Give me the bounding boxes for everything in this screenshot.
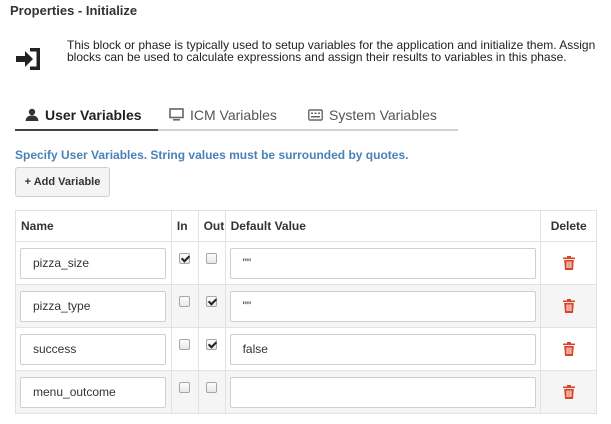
column-header-default-value: Default Value xyxy=(224,210,542,242)
out-checkbox[interactable] xyxy=(206,381,218,393)
in-checkbox[interactable] xyxy=(179,338,191,350)
tab-bar: User Variables ICM Variables System Vari… xyxy=(15,100,458,131)
variable-name-input[interactable] xyxy=(20,376,166,408)
in-checkbox[interactable] xyxy=(179,252,191,264)
in-checkbox[interactable] xyxy=(179,381,191,393)
user-icon xyxy=(25,108,39,121)
in-checkbox[interactable] xyxy=(179,295,191,307)
variable-name-input[interactable] xyxy=(20,290,166,322)
tab-label: System Variables xyxy=(329,106,437,123)
page-title: Properties - Initialize xyxy=(10,3,138,18)
variable-name-input[interactable] xyxy=(20,247,166,279)
table-row xyxy=(15,284,597,328)
tab-icm-variables[interactable]: ICM Variables xyxy=(169,100,277,129)
default-value-input[interactable] xyxy=(229,290,536,322)
trash-icon[interactable] xyxy=(562,256,575,270)
table-header-row: Name In Out Default Value Delete xyxy=(15,210,597,242)
out-checkbox[interactable] xyxy=(206,295,218,307)
trash-icon[interactable] xyxy=(562,385,575,399)
default-value-input[interactable] xyxy=(229,376,536,408)
tab-label: ICM Variables xyxy=(190,106,277,123)
column-header-in: In xyxy=(170,210,199,242)
variables-table: Name In Out Default Value Delete xyxy=(15,210,597,414)
out-checkbox[interactable] xyxy=(206,338,218,350)
variable-name-input[interactable] xyxy=(20,333,166,365)
keyboard-icon xyxy=(308,108,323,121)
trash-icon[interactable] xyxy=(562,342,575,356)
description: This block or phase is typically used to… xyxy=(67,38,596,64)
add-variable-button[interactable]: + Add Variable xyxy=(15,167,110,197)
default-value-input[interactable] xyxy=(229,247,536,279)
default-value-input[interactable] xyxy=(229,333,536,365)
active-tab-indicator xyxy=(15,129,158,131)
column-header-delete: Delete xyxy=(540,210,597,242)
trash-icon[interactable] xyxy=(562,299,575,313)
table-row xyxy=(15,327,597,371)
out-checkbox[interactable] xyxy=(206,252,218,264)
enter-icon xyxy=(16,48,40,70)
column-header-out: Out xyxy=(197,210,226,242)
table-row xyxy=(15,370,597,414)
monitor-icon xyxy=(169,108,184,121)
table-row xyxy=(15,241,597,285)
tab-system-variables[interactable]: System Variables xyxy=(308,100,437,129)
hint-text: Specify User Variables. String values mu… xyxy=(15,148,409,162)
tab-user-variables[interactable]: User Variables xyxy=(25,100,142,129)
tab-label: User Variables xyxy=(45,106,142,123)
column-header-name: Name xyxy=(15,210,172,242)
